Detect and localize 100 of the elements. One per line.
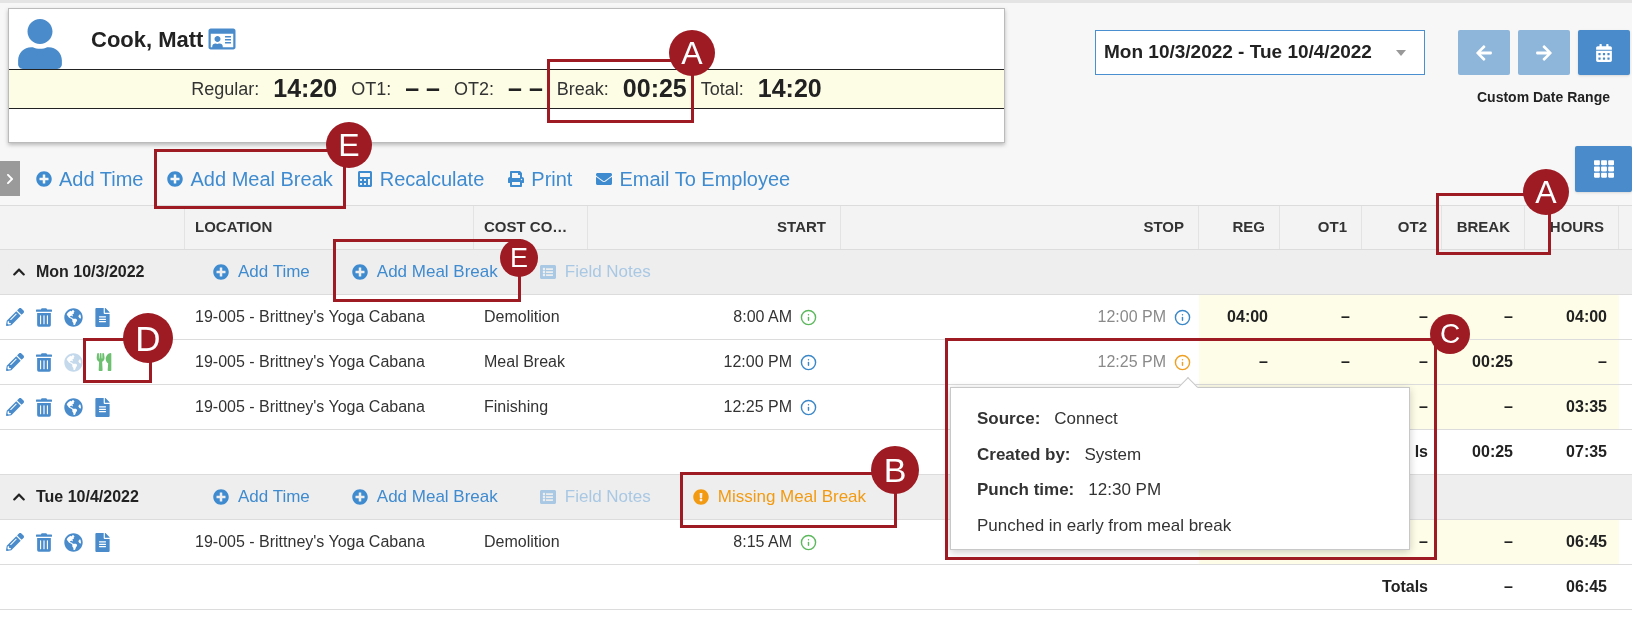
trash-icon[interactable] [36, 397, 52, 417]
tooltip-label: Source: [977, 408, 1041, 430]
info-icon[interactable] [1174, 308, 1191, 326]
table-cell: 06:45 [1525, 520, 1619, 564]
table-cell-text: 06:45 [1565, 577, 1608, 597]
day-label: Mon 10/3/2022 [36, 262, 145, 282]
location-text: 19-005 - Brittney's Yoga Cabana [195, 352, 425, 372]
summary-value: 14:20 [273, 73, 338, 105]
table-cell: – [1442, 385, 1525, 429]
cost-code-text: Demolition [484, 532, 560, 552]
edit-icon[interactable] [6, 353, 24, 371]
edit-icon[interactable] [6, 308, 24, 326]
table-cell: – [1362, 295, 1442, 339]
utensils-icon[interactable] [95, 353, 113, 371]
summary-value: 00:25 [622, 73, 687, 105]
cost-code-text: Meal Break [484, 352, 565, 372]
id-card-icon[interactable] [207, 27, 238, 51]
info-icon[interactable] [1174, 353, 1191, 371]
tooltip-value: Connect [1054, 408, 1118, 430]
table-cell-text: Totals [1381, 577, 1429, 597]
table-cell: 03:35 [1525, 385, 1619, 429]
column-header: OT2 [1397, 217, 1427, 238]
info-icon[interactable] [800, 353, 817, 371]
globe-icon[interactable] [64, 397, 83, 417]
summary-label: Total: [700, 77, 744, 101]
document-icon[interactable] [95, 532, 110, 552]
info-icon[interactable] [800, 533, 817, 551]
column-header: START [777, 217, 826, 238]
day-action-link[interactable]: Add Meal Break [351, 484, 498, 510]
column-header: OT1 [1317, 217, 1347, 238]
trash-icon[interactable] [36, 532, 52, 552]
globe-icon[interactable] [64, 307, 83, 327]
tooltip-value: System [1084, 443, 1142, 466]
arrow-left-icon [1475, 43, 1493, 62]
summary-label: Regular: [191, 77, 260, 101]
location-text: 19-005 - Brittney's Yoga Cabana [195, 397, 425, 417]
arrow-right-icon [1535, 43, 1553, 62]
column-header: REG [1232, 217, 1265, 238]
info-icon[interactable] [800, 308, 817, 326]
date-range-dropdown[interactable]: Mon 10/3/2022 - Tue 10/4/2022 [1095, 30, 1425, 75]
globe-icon[interactable] [64, 532, 83, 552]
table-cell: – [1525, 340, 1619, 384]
table-cell-text: 00:25 [1471, 442, 1514, 462]
day-action-link[interactable]: Missing Meal Break [692, 484, 867, 510]
trash-icon[interactable] [36, 352, 52, 372]
columns-button[interactable] [1575, 146, 1632, 192]
start-time: 8:15 AM [733, 532, 792, 552]
stop-time: 12:00 PM [1097, 307, 1166, 327]
calendar-icon [1595, 43, 1613, 62]
plus-icon [351, 489, 368, 505]
stop-time: 12:25 PM [1097, 352, 1166, 372]
table-cell-text: ls [1413, 442, 1429, 462]
column-header: BREAK [1456, 217, 1510, 238]
edit-icon[interactable] [6, 398, 24, 416]
summary-value: 14:20 [757, 73, 822, 105]
person-icon [17, 19, 63, 69]
day-action-link[interactable]: Add Time [213, 259, 310, 285]
dropdown-caret-icon [1396, 49, 1406, 56]
date-range-caption: Custom Date Range [1476, 88, 1610, 107]
start-time: 8:00 AM [733, 307, 792, 327]
tooltip-label: Created by: [977, 443, 1071, 466]
table-cell: 04:00 [1525, 295, 1619, 339]
table-cell: – [1362, 340, 1442, 384]
trash-icon[interactable] [36, 307, 52, 327]
list-icon [539, 264, 556, 280]
document-icon[interactable] [95, 307, 110, 327]
summary-value: – – [508, 73, 543, 105]
table-cell: 04:00 [1199, 295, 1280, 339]
tooltip-note: Punched in early from meal break [977, 514, 1233, 537]
day-action-link[interactable]: Add Meal Break [351, 259, 498, 285]
tooltip-label: Punch time: [977, 479, 1075, 501]
summary-label: OT1: [351, 77, 392, 101]
employee-name: Cook, Matt [91, 25, 204, 54]
location-text: 19-005 - Brittney's Yoga Cabana [195, 307, 425, 327]
calculator-icon [356, 170, 373, 187]
plus-icon [167, 170, 184, 187]
table-cell-text: 07:35 [1565, 442, 1608, 462]
expand-tab[interactable] [0, 161, 20, 196]
summary-label: Break: [556, 77, 609, 101]
table-cell: – [1442, 520, 1525, 564]
column-header: COST CO… [484, 217, 568, 238]
table-cell: – [1199, 340, 1280, 384]
toolbar-link[interactable]: Email To Employee [596, 163, 791, 194]
table-cell: – [1280, 340, 1362, 384]
summary-value: – – [405, 73, 440, 105]
cost-code-text: Demolition [484, 307, 560, 327]
calendar-button[interactable] [1578, 30, 1630, 75]
column-header: STOP [1143, 217, 1184, 238]
info-icon[interactable] [800, 398, 817, 416]
edit-icon[interactable] [6, 533, 24, 551]
summary-label: OT2: [454, 77, 495, 101]
day-label: Tue 10/4/2022 [36, 487, 139, 507]
chevron-right-icon [5, 172, 15, 185]
toolbar-link[interactable]: Add Time [36, 163, 144, 194]
toolbar-link[interactable]: Print [508, 163, 573, 194]
day-action-link[interactable]: Add Time [213, 484, 310, 510]
document-icon[interactable] [95, 397, 110, 417]
column-header: LOCATION [195, 217, 273, 238]
plus-icon [351, 264, 368, 280]
cost-code-text: Finishing [484, 397, 549, 417]
